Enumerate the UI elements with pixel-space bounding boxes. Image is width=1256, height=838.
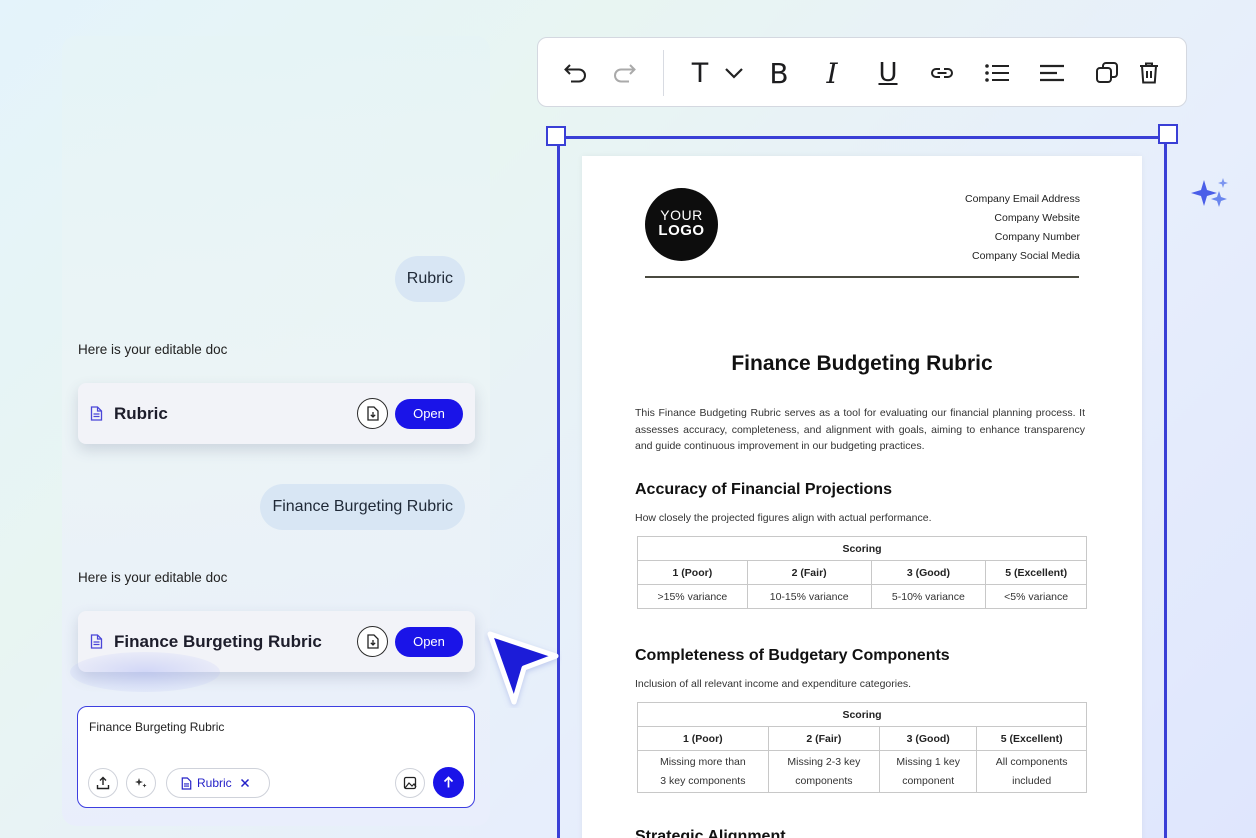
table-row: Missing more than 3 key components Missin… [637, 750, 1087, 793]
image-button[interactable] [395, 768, 425, 798]
doc-card[interactable]: Rubric Open [78, 383, 475, 444]
assistant-message: Here is your editable doc [78, 342, 228, 357]
align-left-icon[interactable] [1038, 60, 1066, 86]
section-heading[interactable]: Completeness of Budgetary Components [635, 647, 950, 665]
ai-tools-button[interactable] [126, 768, 156, 798]
toolbar-divider [663, 50, 664, 96]
rubric-table: Scoring 1 (Poor) 2 (Fair) 3 (Good) 5 (Ex… [637, 702, 1087, 793]
sparkle-icon [135, 778, 147, 788]
upload-icon [96, 776, 110, 790]
close-icon[interactable] [240, 778, 250, 788]
rubric-table: Scoring 1 (Poor) 2 (Fair) 3 (Good) 5 (Ex… [637, 536, 1087, 609]
arrow-up-icon [443, 776, 454, 788]
section-heading[interactable]: Accuracy of Financial Projections [635, 481, 892, 499]
sparkle-icon [1191, 178, 1228, 207]
company-logo: YOUR LOGO [645, 188, 718, 261]
section-description[interactable]: Inclusion of all relevant income and exp… [635, 678, 911, 690]
doc-card-title: Finance Burgeting Rubric [114, 631, 322, 651]
section-heading[interactable]: Strategic Alignment [635, 828, 786, 838]
table-row: 1 (Poor) 2 (Fair) 3 (Good) 5 (Excellent) [637, 726, 1087, 751]
doc-card-title: Rubric [114, 403, 168, 423]
resize-handle-top-right[interactable] [1158, 124, 1178, 144]
redo-icon[interactable] [610, 60, 638, 86]
underline-icon[interactable]: U [874, 58, 902, 88]
pointer-cursor-icon [487, 631, 559, 705]
document-icon [181, 776, 192, 790]
open-button[interactable]: Open [395, 398, 463, 429]
attachment-chip[interactable]: Rubric [166, 768, 270, 798]
bullet-list-icon[interactable] [983, 60, 1011, 86]
text-style-icon[interactable]: T [686, 58, 714, 89]
document-icon [90, 634, 106, 650]
user-message-bubble: Finance Burgeting Rubric [260, 484, 465, 530]
bold-icon[interactable]: B [765, 57, 793, 90]
download-button[interactable] [357, 626, 388, 657]
chat-composer[interactable]: Finance Burgeting Rubric Rubric [77, 706, 475, 808]
undo-icon[interactable] [562, 60, 590, 86]
send-button[interactable] [433, 767, 464, 798]
document-title[interactable]: Finance Budgeting Rubric [582, 352, 1142, 376]
table-header: Scoring [637, 536, 1087, 561]
chevron-down-icon[interactable] [720, 60, 748, 86]
upload-button[interactable] [88, 768, 118, 798]
image-icon [403, 776, 417, 790]
document-page: YOUR LOGO Company Email Address Company … [582, 156, 1142, 838]
table-row: >15% variance 10-15% variance 5-10% vari… [637, 584, 1087, 609]
user-message-bubble: Rubric [394, 256, 465, 302]
duplicate-icon[interactable] [1093, 60, 1121, 86]
download-icon [366, 634, 379, 649]
section-description[interactable]: How closely the projected figures align … [635, 512, 931, 524]
assistant-message: Here is your editable doc [78, 570, 228, 585]
document-intro[interactable]: This Finance Budgeting Rubric serves as … [635, 405, 1085, 455]
chat-panel: Rubric Here is your editable doc Rubric … [62, 36, 490, 826]
formatting-toolbar: T B I U [537, 37, 1187, 107]
open-button[interactable]: Open [395, 626, 463, 657]
document-icon [90, 406, 106, 422]
header-divider [645, 276, 1079, 278]
delete-icon[interactable] [1135, 60, 1163, 86]
link-icon[interactable] [928, 60, 956, 86]
glow-decoration [70, 652, 220, 692]
table-header: Scoring [637, 702, 1087, 727]
download-button[interactable] [357, 398, 388, 429]
table-row: 1 (Poor) 2 (Fair) 3 (Good) 5 (Excellent) [637, 560, 1087, 585]
download-icon [366, 406, 379, 421]
italic-icon[interactable]: I [818, 57, 846, 90]
composer-input[interactable]: Finance Burgeting Rubric [89, 720, 224, 734]
company-contact: Company Email Address Company Website Co… [965, 193, 1080, 262]
attachment-chip-label: Rubric [197, 776, 232, 790]
resize-handle-top-left[interactable] [546, 126, 566, 146]
